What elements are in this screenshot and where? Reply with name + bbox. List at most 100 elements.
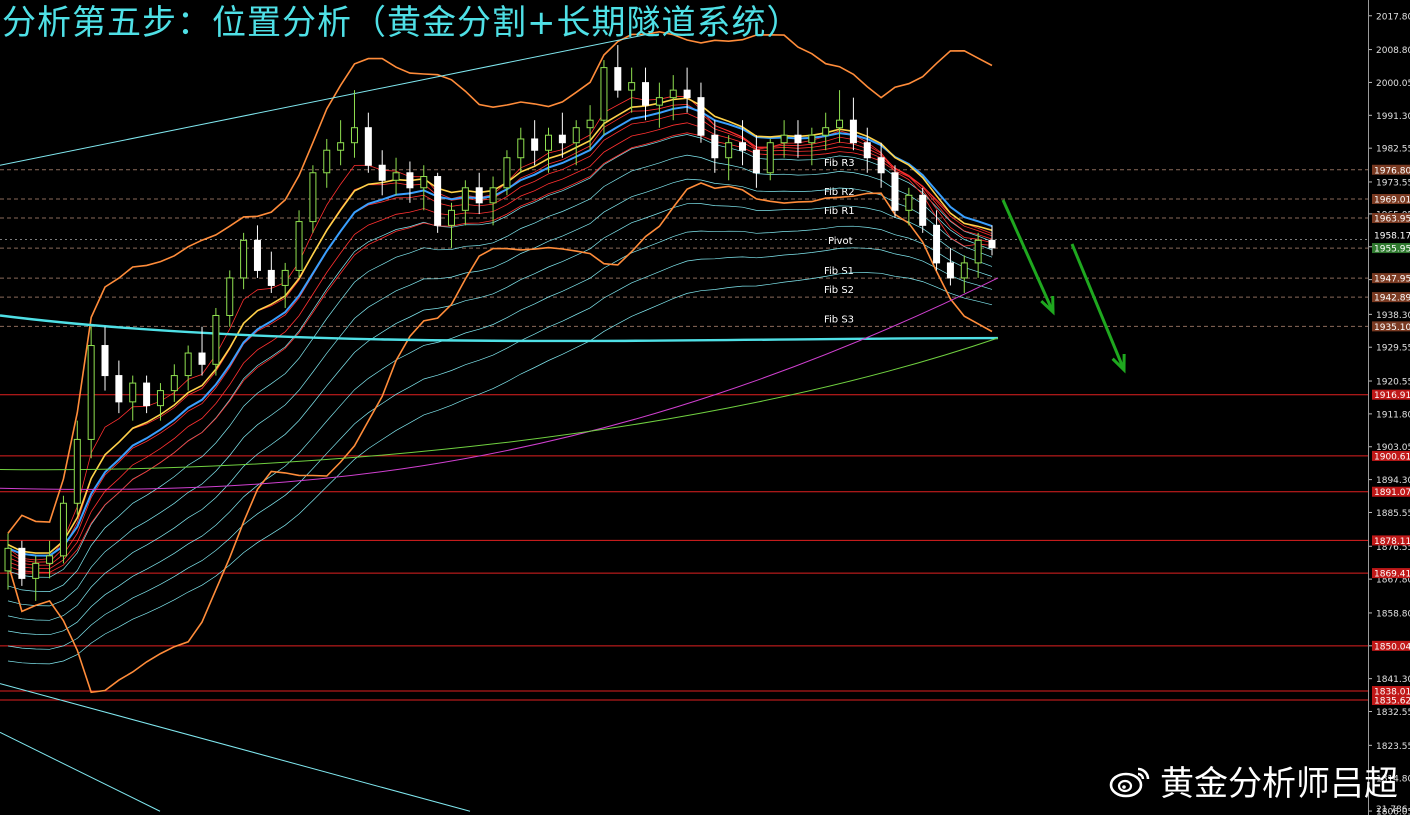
candle-body [545, 134, 553, 151]
tunnel-slow-line [7, 247, 993, 650]
candle-body [240, 239, 248, 279]
candle-body [18, 547, 26, 579]
trend-arrow [1001, 199, 1055, 313]
chart-window: 2017.80 2008.80 2000.05 1991.30 1982.55 1973.… [0, 0, 1410, 815]
candle-body [101, 345, 109, 377]
candle-body [766, 142, 774, 174]
price-chart[interactable]: 2017.80 2008.80 2000.05 1991.30 1982.55 1973.… [0, 0, 1410, 815]
price-tick-label: 2008.80 [1376, 46, 1410, 56]
candle-body [129, 382, 137, 403]
candle-body [600, 67, 608, 121]
price-tag-label: 1850.04 [1374, 642, 1410, 652]
price-tick-label: 1991.30 [1376, 112, 1410, 122]
candle-body [267, 269, 275, 286]
candle-body [531, 138, 539, 151]
bollinger-upper [7, 30, 993, 534]
price-tag-label: 1942.89 [1374, 294, 1410, 304]
channel-line [0, 731, 161, 812]
candle-body [503, 157, 511, 189]
chart-title: 分析第五步：位置分析（黄金分割+长期隧道系统） [2, 3, 802, 43]
price-axis-separator [1368, 0, 1369, 815]
candle-body [628, 82, 636, 91]
candle-body [697, 97, 705, 136]
candle-body [946, 262, 954, 279]
price-tick-label: 1841.30 [1376, 675, 1410, 685]
price-tick-label: 1973.55 [1376, 178, 1410, 188]
price-tick-label: 1982.55 [1376, 145, 1410, 155]
candle-body [780, 134, 788, 144]
price-tag-label: 1916.91 [1374, 391, 1410, 401]
price-tag-label: 1947.95 [1374, 275, 1410, 285]
candle-body [309, 172, 317, 223]
candle-body [572, 127, 580, 144]
candle-body [364, 127, 372, 166]
candle-body [156, 390, 164, 407]
candle-body [475, 187, 483, 204]
bollinger-lower [7, 182, 993, 694]
candle-body [212, 314, 220, 365]
candle-body [822, 127, 830, 136]
candle-body [420, 176, 428, 189]
price-tick-label: 1858.80 [1376, 609, 1410, 619]
channel-line [0, 33, 651, 166]
candle-body [669, 89, 677, 99]
candle-body [392, 172, 400, 181]
candle-body [974, 239, 982, 264]
candle-body [614, 67, 622, 91]
price-tick-label: 1894.30 [1376, 476, 1410, 486]
candle-body [586, 119, 594, 129]
watermark-text: 黄金分析师吕超 [1160, 764, 1398, 804]
pivot-label: Fib R1 [824, 206, 855, 217]
watermark: 黄金分析师吕超 [1108, 756, 1398, 805]
pivot-label: Fib S1 [824, 266, 854, 277]
pivot-label: Fib S3 [824, 314, 854, 325]
candle-body [808, 134, 816, 144]
weibo-icon [1109, 767, 1150, 797]
price-tag-label: 1935.10 [1374, 323, 1410, 333]
price-tick-label: 1920.55 [1376, 378, 1410, 388]
candle-body [891, 172, 899, 211]
candle-body [434, 176, 442, 226]
candle-body [933, 224, 941, 264]
price-tag-label: 1900.61 [1374, 452, 1410, 462]
price-tag-label: 1869.41 [1374, 570, 1410, 580]
candle-body [73, 438, 81, 504]
candle-body [337, 142, 345, 151]
candle-body [558, 134, 566, 144]
tunnel-slow-line [7, 134, 993, 578]
candle-body [226, 277, 234, 316]
price-tag-label: 1835.62 [1374, 696, 1410, 706]
candle-body [170, 375, 178, 392]
candle-body [295, 221, 303, 271]
candle-body [461, 187, 469, 211]
pivot-label: Fib R3 [824, 158, 855, 169]
candle-body [683, 89, 691, 99]
candle-body [739, 142, 747, 151]
candle-body [350, 127, 358, 144]
price-tick-label: 1929.55 [1376, 344, 1410, 354]
tunnel-slow-line [7, 154, 993, 592]
candle-body [905, 194, 913, 211]
candle-body [4, 547, 12, 572]
candle-body [752, 149, 760, 174]
price-tag-label: 1969.01 [1374, 196, 1410, 206]
candle-body [32, 562, 40, 579]
candle-body [143, 382, 151, 407]
price-tag-label: 1955.95 [1374, 245, 1410, 255]
candle-body [655, 97, 663, 106]
candle-body [378, 164, 386, 181]
trend-arrow [1070, 243, 1126, 371]
price-tag-label: 1878.11 [1374, 537, 1410, 547]
price-tick-label: 1885.55 [1376, 509, 1410, 519]
candle-body [960, 262, 968, 279]
candle-body [863, 142, 871, 159]
candle-body [725, 142, 733, 159]
candle-body [447, 209, 455, 226]
price-tick-label: 1911.80 [1376, 410, 1410, 420]
price-tick-label: 1823.55 [1376, 742, 1410, 752]
candle-body [919, 194, 927, 226]
candle-body [642, 82, 650, 106]
candle-body [323, 149, 331, 174]
channel-line [0, 683, 471, 812]
candle-body [253, 239, 261, 271]
